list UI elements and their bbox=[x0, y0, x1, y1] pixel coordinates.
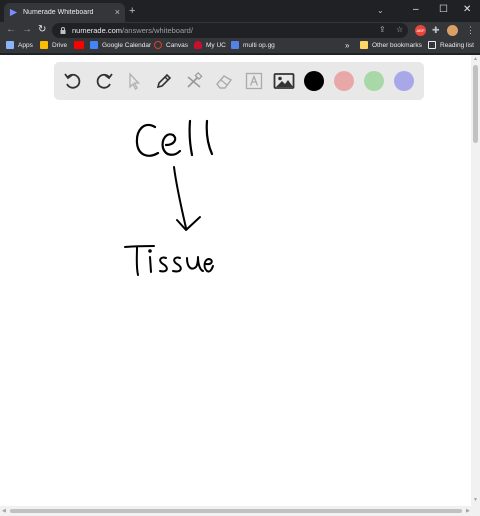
bookmark-youtube[interactable] bbox=[74, 41, 88, 49]
scroll-up-arrow-icon[interactable]: ▲ bbox=[473, 57, 478, 62]
back-icon[interactable]: ← bbox=[6, 25, 16, 35]
bookmark-label: Google Calendar bbox=[102, 41, 152, 49]
bookmark-my-uc[interactable]: My UC bbox=[194, 41, 226, 49]
drive-icon bbox=[40, 41, 48, 49]
reading-list[interactable]: Reading list bbox=[428, 41, 474, 49]
bookmark-canvas[interactable]: Canvas bbox=[154, 41, 188, 49]
lock-icon bbox=[60, 27, 66, 34]
bookmark-multi-opgg[interactable]: multi op.gg bbox=[231, 41, 275, 49]
folder-icon bbox=[360, 41, 368, 49]
reading-list-label: Reading list bbox=[440, 41, 474, 49]
handwritten-drawing bbox=[124, 119, 214, 276]
calendar-icon bbox=[90, 41, 98, 49]
close-tab-icon[interactable]: × bbox=[115, 8, 120, 17]
bookmark-drive[interactable]: Drive bbox=[40, 41, 67, 49]
close-window-icon[interactable]: ✕ bbox=[463, 5, 471, 15]
adblock-extension-icon[interactable]: ABP bbox=[415, 25, 426, 36]
uc-icon bbox=[194, 41, 202, 49]
bookmarks-bar: Apps Drive Google Calendar Canvas My UC … bbox=[0, 39, 480, 54]
bookmark-google-calendar[interactable]: Google Calendar bbox=[90, 41, 151, 49]
url-host: numerade.com bbox=[72, 26, 123, 35]
bookmark-label: Drive bbox=[52, 41, 68, 49]
browser-window: Numerade Whiteboard × + ⌄ – ☐ ✕ ← → ↻ nu… bbox=[0, 0, 480, 516]
share-icon[interactable]: ⇪ bbox=[379, 25, 386, 35]
tab-search-icon[interactable]: ⌄ bbox=[377, 6, 384, 15]
browser-toolbar: ← → ↻ numerade.com/answers/whiteboard/ ⇪… bbox=[0, 22, 480, 39]
apps-grid-icon bbox=[6, 41, 14, 49]
bookmark-star-icon[interactable]: ☆ bbox=[396, 25, 403, 35]
new-tab-icon[interactable]: + bbox=[129, 6, 135, 17]
profile-avatar[interactable] bbox=[447, 25, 458, 36]
maximize-icon[interactable]: ☐ bbox=[439, 5, 448, 15]
handwritten-arrow bbox=[173, 166, 201, 231]
horizontal-scroll-thumb[interactable] bbox=[10, 509, 462, 513]
url-path: /answers/whiteboard/ bbox=[122, 26, 193, 35]
tab-title: Numerade Whiteboard bbox=[23, 9, 94, 16]
scroll-down-arrow-icon[interactable]: ▼ bbox=[473, 498, 478, 503]
scroll-right-arrow-icon[interactable]: ▶ bbox=[466, 509, 470, 514]
vertical-scroll-thumb[interactable] bbox=[473, 65, 478, 143]
bookmark-label: multi op.gg bbox=[243, 41, 275, 49]
tab-numerade-whiteboard[interactable]: Numerade Whiteboard × bbox=[4, 3, 125, 22]
youtube-icon bbox=[74, 41, 84, 49]
numerade-favicon-icon bbox=[9, 8, 18, 17]
handwritten-word-tissue bbox=[124, 245, 214, 276]
handwritten-word-cell bbox=[135, 119, 214, 157]
whiteboard-canvas[interactable] bbox=[0, 55, 471, 506]
other-bookmarks-label: Other bookmarks bbox=[372, 41, 422, 49]
tab-strip: Numerade Whiteboard × + ⌄ – ☐ ✕ bbox=[0, 0, 480, 22]
forward-icon[interactable]: → bbox=[22, 25, 32, 35]
vertical-scrollbar[interactable]: ▲ ▼ bbox=[471, 55, 480, 506]
more-bookmarks-chevron[interactable]: » bbox=[345, 41, 349, 50]
bookmark-label: My UC bbox=[206, 41, 226, 49]
minimize-icon[interactable]: – bbox=[413, 5, 419, 15]
opgg-icon bbox=[231, 41, 239, 49]
horizontal-scrollbar[interactable]: ◀ ▶ bbox=[0, 506, 480, 516]
bookmark-apps[interactable]: Apps bbox=[6, 41, 33, 49]
bookmark-label: Canvas bbox=[166, 41, 189, 49]
reload-icon[interactable]: ↻ bbox=[38, 25, 46, 35]
canvas-icon bbox=[154, 41, 162, 49]
other-bookmarks[interactable]: Other bookmarks bbox=[360, 41, 422, 49]
reading-list-icon bbox=[428, 41, 436, 49]
menu-icon[interactable]: ⋮ bbox=[466, 25, 475, 35]
scroll-left-arrow-icon[interactable]: ◀ bbox=[2, 509, 6, 514]
extensions-icon[interactable]: ✚ bbox=[432, 25, 440, 35]
bookmark-label: Apps bbox=[18, 41, 33, 49]
address-bar[interactable]: numerade.com/answers/whiteboard/ bbox=[52, 23, 408, 38]
